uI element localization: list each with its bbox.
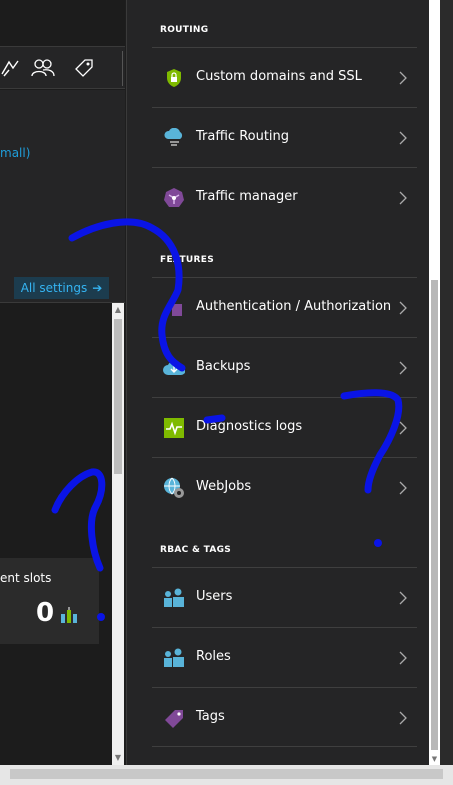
cloud-routing-icon [163,127,185,149]
scroll-up-icon[interactable]: ▲ [112,304,124,316]
arrow-right-icon: ➔ [92,281,103,295]
slots-label: ent slots [0,571,52,585]
quickstart-icon[interactable] [0,57,22,79]
menu-item-label: Traffic Routing [196,129,290,144]
all-settings-label: All settings [20,281,88,295]
section-header-routing: ROUTING [160,25,209,35]
key-icon [163,297,185,319]
menu-item-users[interactable]: Users [152,567,417,627]
slots-icon [60,606,80,628]
cloud-backup-icon [163,357,185,379]
chevron-right-icon [399,131,407,145]
chevron-right-icon [399,421,407,435]
left-vertical-scrollbar[interactable]: ▲ ▼ [112,303,124,765]
menu-item-diagnostics-logs[interactable]: Diagnostics logs [152,397,417,457]
chevron-right-icon [399,481,407,495]
menu-item-traffic-manager[interactable]: Traffic manager [152,167,417,227]
pricing-tier-link[interactable]: mall) [0,146,30,160]
menu-item-label: Tags [196,709,225,724]
scroll-down-icon[interactable]: ▼ [429,754,440,764]
users-toolbar-icon[interactable] [31,57,55,79]
menu-item-label: Users [196,589,233,604]
menu-item-authentication[interactable]: Authentication / Authorization [152,277,417,337]
menu-item-label: Custom domains and SSL [196,69,362,84]
scroll-down-icon[interactable]: ▼ [112,752,124,764]
all-settings-button[interactable]: All settings ➔ [14,277,109,299]
left-blade-content [0,90,125,302]
left-blade-header [0,0,125,46]
globe-gear-icon [163,477,185,499]
section-header-features: FEATURES [160,255,214,265]
menu-item-label: Authentication / Authorization [196,299,392,314]
chevron-right-icon [399,191,407,205]
scrollbar-thumb[interactable] [431,280,438,750]
menu-item-label: Backups [196,359,251,374]
menu-item-label: Diagnostics logs [196,419,303,434]
scrollbar-thumb[interactable] [114,319,122,474]
menu-item-webjobs[interactable]: WebJobs [152,457,417,517]
chevron-right-icon [399,651,407,665]
menu-item-label: Roles [196,649,231,664]
toolbar-divider [122,51,123,86]
right-vertical-scrollbar[interactable]: ▼ [429,0,440,765]
left-lower-pane [0,302,125,765]
scrollbar-thumb[interactable] [10,769,443,779]
chevron-right-icon [399,301,407,315]
chevron-right-icon [399,361,407,375]
tag-icon [163,707,185,729]
menu-item-traffic-routing[interactable]: Traffic Routing [152,107,417,167]
chevron-right-icon [399,711,407,725]
menu-item-backups[interactable]: Backups [152,337,417,397]
horizontal-scrollbar[interactable] [0,765,453,785]
users-icon [163,587,185,609]
menu-item-label: WebJobs [196,479,252,494]
shield-lock-icon [163,67,185,89]
slots-count: 0 [36,598,55,628]
tag-toolbar-icon[interactable] [72,57,96,79]
next-blade-edge [440,0,453,765]
left-blade: mall) All settings ➔ ▲ ▼ ent slots 0 [0,0,125,765]
section-header-rbac-tags: RBAC & TAGS [160,545,232,555]
roles-icon [163,647,185,669]
menu-item-label: Traffic manager [196,189,298,204]
chevron-right-icon [399,71,407,85]
menu-item-custom-domains[interactable]: Custom domains and SSL [152,47,417,107]
left-toolbar [0,46,125,89]
menu-item-tags[interactable]: Tags [152,687,417,747]
settings-blade: ROUTING Custom domains and SSL Traffic R… [126,0,429,765]
deployment-slots-tile[interactable]: ent slots 0 [0,558,99,644]
pulse-icon [163,417,185,439]
chevron-right-icon [399,591,407,605]
traffic-manager-icon [163,187,185,209]
menu-item-roles[interactable]: Roles [152,627,417,687]
